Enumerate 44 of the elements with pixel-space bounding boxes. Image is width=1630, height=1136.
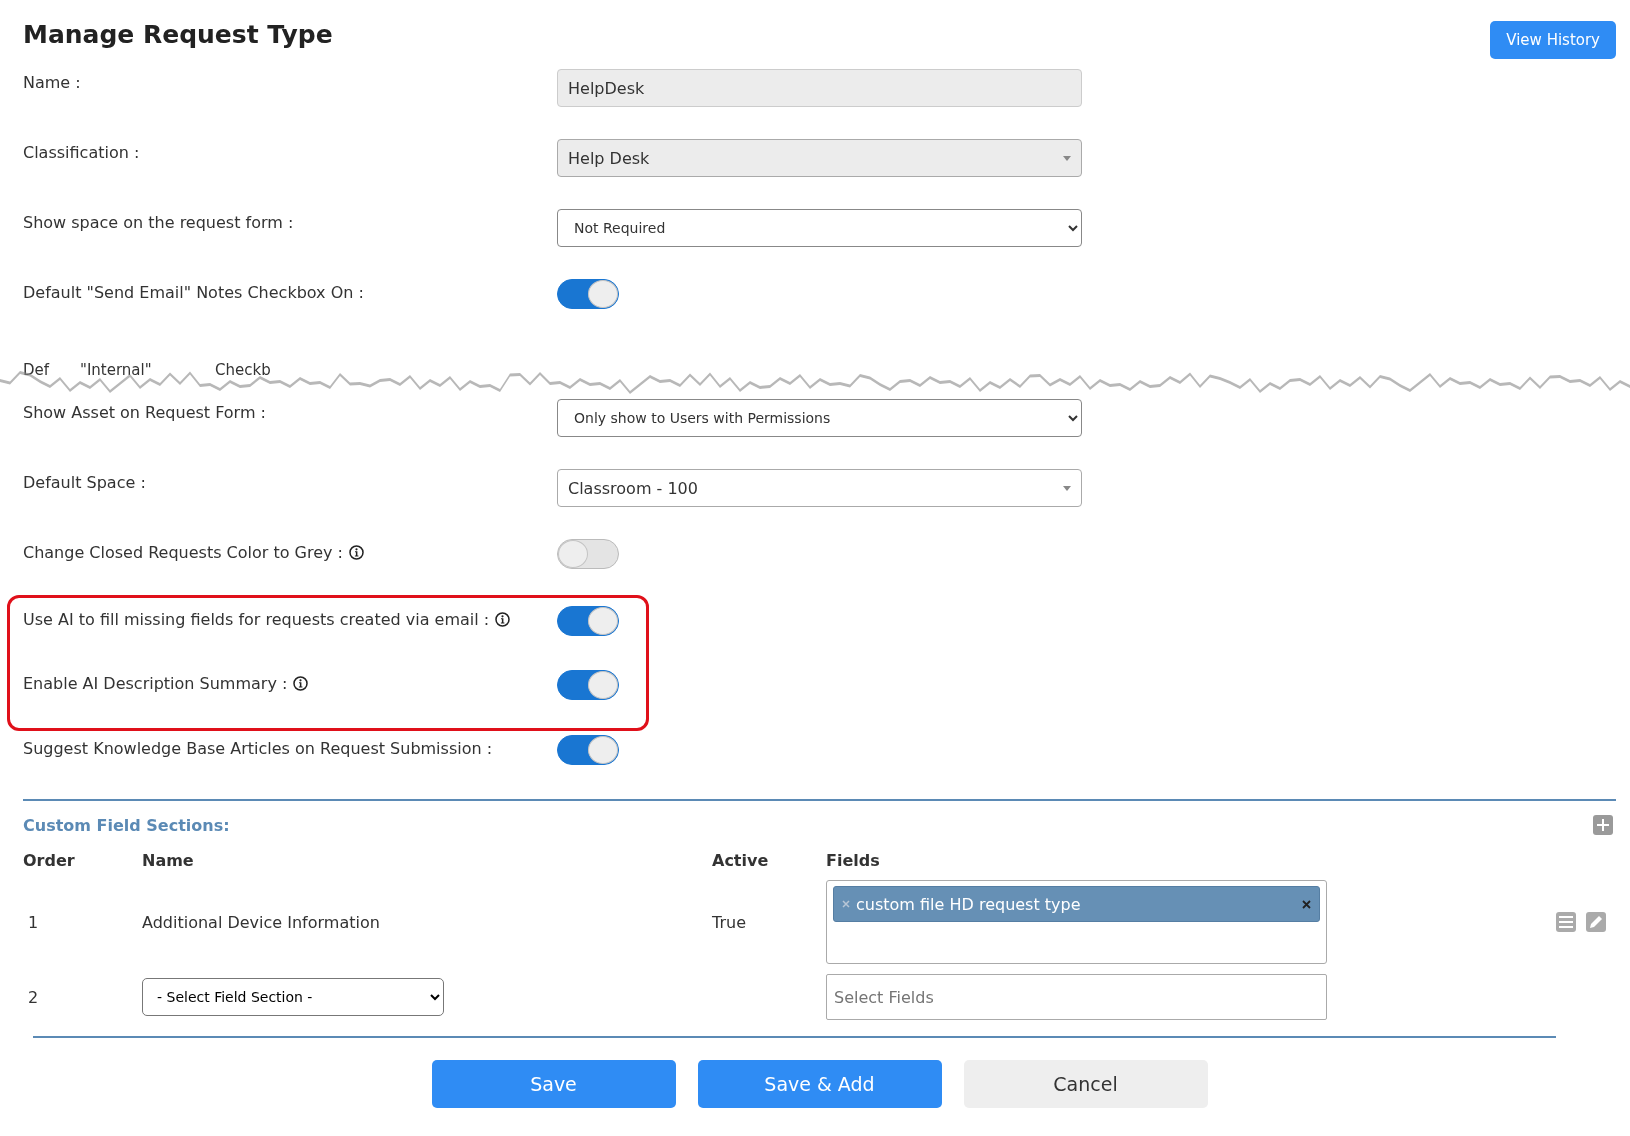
setting-label: Name : bbox=[23, 73, 81, 92]
column-header: Fields bbox=[826, 850, 881, 870]
field-section-dropdown[interactable]: - Select Field Section - bbox=[142, 978, 444, 1016]
info-icon[interactable] bbox=[349, 545, 364, 560]
select-fields-input[interactable]: Select Fields bbox=[826, 974, 1327, 1020]
toggle-switch[interactable] bbox=[557, 606, 619, 636]
toggle-switch[interactable] bbox=[557, 735, 619, 765]
setting-label: Default "Send Email" Notes Checkbox On : bbox=[23, 283, 364, 302]
setting-label: Default Space : bbox=[23, 473, 146, 492]
add-icon[interactable] bbox=[1593, 815, 1613, 835]
caret-icon bbox=[1063, 155, 1071, 161]
action-button[interactable]: Cancel bbox=[963, 1060, 1208, 1108]
setting-label: Def bbox=[23, 361, 50, 379]
page-title: Manage Request Type bbox=[23, 19, 333, 49]
setting-label: Use AI to fill missing fields for requests created via email : bbox=[23, 610, 490, 629]
table-cell-text: 2 bbox=[27, 987, 40, 1007]
combo-box[interactable]: Classroom - 100 bbox=[557, 469, 1082, 507]
info-icon[interactable] bbox=[495, 612, 511, 627]
toggle-switch[interactable] bbox=[557, 670, 619, 700]
caret-icon bbox=[1063, 485, 1071, 491]
column-header: Order bbox=[23, 850, 76, 870]
toggle-switch[interactable] bbox=[557, 539, 619, 569]
setting-label: Show Asset on Request Form : bbox=[23, 403, 266, 422]
toggle-switch[interactable] bbox=[557, 279, 619, 309]
column-header: Name bbox=[142, 850, 195, 870]
info-icon[interactable] bbox=[293, 676, 309, 691]
setting-label: Show space on the request form : bbox=[23, 213, 294, 232]
column-header: Active bbox=[712, 850, 770, 870]
setting-label: Checkb bbox=[215, 361, 271, 379]
dropdown[interactable]: Only show to Users with Permissions bbox=[557, 399, 1082, 437]
close-icon[interactable] bbox=[1302, 899, 1311, 909]
table-cell-text: 1 bbox=[27, 912, 40, 932]
setting-label: "Internal" bbox=[80, 361, 152, 379]
section-title: Custom Field Sections: bbox=[23, 815, 230, 835]
setting-label: Suggest Knowledge Base Articles on Request Submission : bbox=[23, 739, 493, 758]
dropdown[interactable]: Not Required bbox=[557, 209, 1082, 247]
combo-value: Help Desk bbox=[568, 148, 650, 168]
combo-value: Classroom - 100 bbox=[568, 478, 698, 498]
setting-label: Classification : bbox=[23, 143, 140, 162]
setting-label: Enable AI Description Summary : bbox=[23, 674, 288, 693]
table-cell-text: True bbox=[712, 912, 747, 932]
table-cell-text: Additional Device Information bbox=[142, 912, 381, 932]
setting-label: Change Closed Requests Color to Grey : bbox=[23, 543, 343, 562]
tag-label: custom file HD request type bbox=[856, 894, 1081, 914]
